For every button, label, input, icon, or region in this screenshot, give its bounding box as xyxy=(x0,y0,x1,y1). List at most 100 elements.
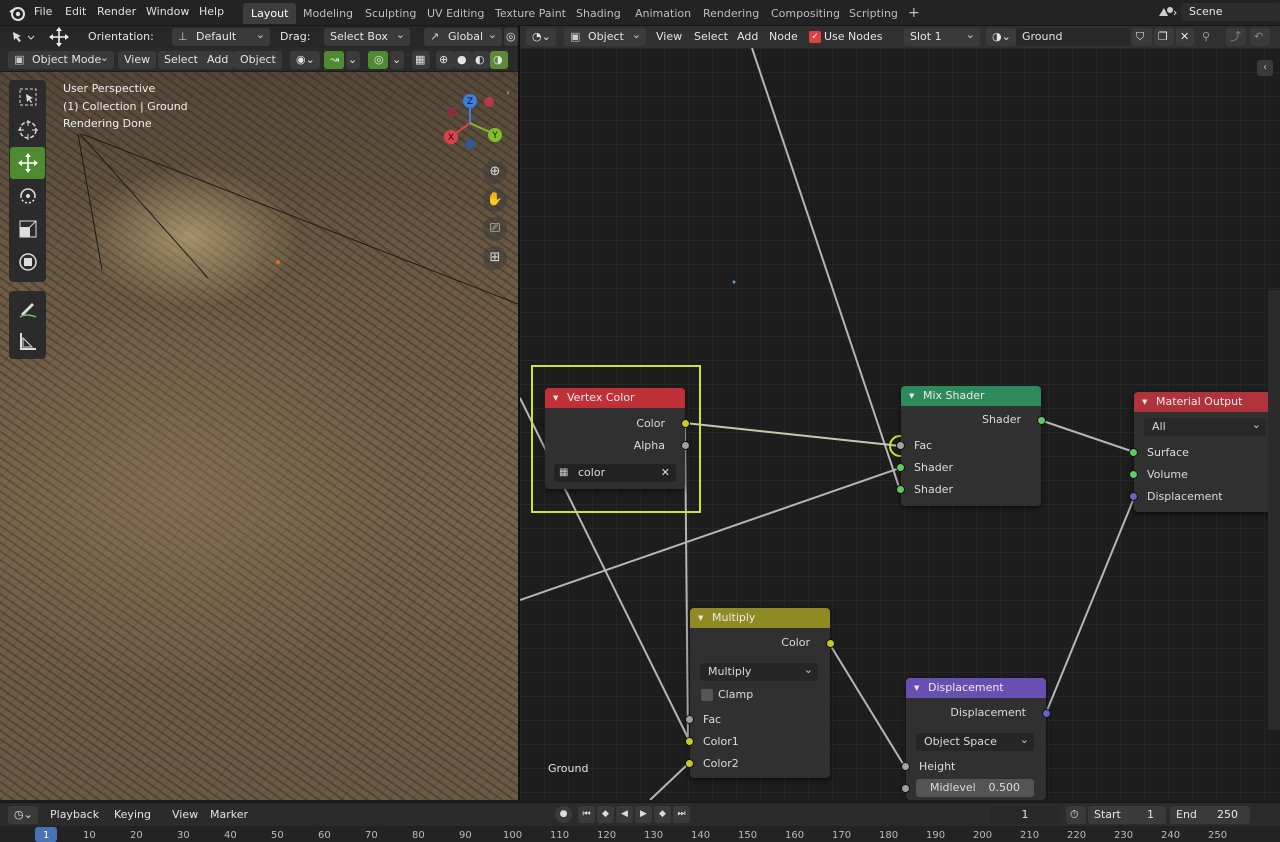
menu-help[interactable]: Help xyxy=(199,5,224,18)
pin-icon[interactable]: ⚲ xyxy=(1198,28,1218,46)
preview-range-icon[interactable]: ⏱ xyxy=(1066,806,1086,824)
snap-icon[interactable]: ↶ xyxy=(1250,28,1270,46)
scene-selector[interactable]: Scene xyxy=(1181,3,1280,21)
rendered-shading-icon[interactable]: ◑ xyxy=(490,51,508,69)
material-name-field[interactable]: Ground xyxy=(1016,28,1130,46)
timeline-menu-marker[interactable]: Marker xyxy=(204,806,254,824)
material-output-displacement-socket[interactable] xyxy=(1129,492,1138,501)
mode-dropdown[interactable]: ▣ Object Mode xyxy=(8,49,114,69)
use-nodes-checkbox[interactable]: ✓ Use Nodes xyxy=(806,28,896,46)
move-tool-icon[interactable] xyxy=(48,26,70,48)
end-frame-field[interactable]: End 250 xyxy=(1170,806,1250,824)
multiply-color1-socket[interactable] xyxy=(685,737,694,746)
shader-type-dropdown[interactable]: ▣ Object xyxy=(564,26,646,46)
menu-window[interactable]: Window xyxy=(146,5,189,18)
tab-rendering[interactable]: Rendering xyxy=(695,3,767,24)
xray-toggle-icon[interactable]: ▦ xyxy=(412,51,430,69)
rotate-tool[interactable] xyxy=(10,180,45,212)
properties-tab-strip[interactable] xyxy=(1268,290,1280,730)
drag-dropdown[interactable]: Select Box xyxy=(324,26,410,46)
perspective-grid-icon[interactable]: ⊞ xyxy=(483,246,507,270)
cursor-tool[interactable] xyxy=(10,114,45,146)
editor-type-icon[interactable]: ◔⌄ xyxy=(526,28,556,46)
viewport-menu-view[interactable]: View xyxy=(118,51,157,69)
unlink-material-icon[interactable]: ✕ xyxy=(1176,28,1194,46)
wireframe-shading-icon[interactable]: ⊕ xyxy=(436,51,454,69)
tab-scripting[interactable]: Scripting xyxy=(841,3,906,24)
tab-uv-editing[interactable]: UV Editing xyxy=(419,3,492,24)
tab-layout[interactable]: Layout xyxy=(243,3,297,24)
scene-icon[interactable] xyxy=(1156,4,1178,20)
prev-keyframe-icon[interactable]: ◆ xyxy=(597,806,614,823)
next-keyframe-icon[interactable]: ◆ xyxy=(654,806,671,823)
displacement-output-socket[interactable] xyxy=(1042,709,1051,718)
gizmo-toggle-icon[interactable]: ↝ xyxy=(324,51,344,69)
visibility-icon[interactable]: ◉⌄ xyxy=(290,51,320,69)
3d-viewport[interactable]: User Perspective (1) Collection | Ground… xyxy=(0,72,518,800)
timeline-ruler[interactable]: 1 10 20 30 40 50 60 70 80 90 100 110 120… xyxy=(0,826,1280,842)
parent-node-tree-icon[interactable]: ⤴ xyxy=(1226,28,1246,46)
node-sidebar-toggle-icon[interactable]: ‹ xyxy=(1257,60,1273,76)
viewport-menu-select[interactable]: Select xyxy=(158,51,204,69)
play-icon[interactable]: ▶ xyxy=(635,806,652,823)
multiply-node[interactable]: Multiply Color Multiply Clamp Fac Color1… xyxy=(685,608,835,778)
node-editor-canvas[interactable]: Vertex Color Color Alpha ▦ color ✕ Mix S… xyxy=(520,48,1280,800)
browse-material-icon[interactable]: ◑⌄ xyxy=(986,28,1016,46)
overlays-toggle-icon[interactable]: ◎ xyxy=(368,51,388,69)
mix-shader-title[interactable]: Mix Shader xyxy=(901,386,1041,406)
pan-hand-icon[interactable]: ✋ xyxy=(483,188,507,212)
menu-edit[interactable]: Edit xyxy=(65,5,86,18)
tab-sculpting[interactable]: Sculpting xyxy=(357,3,424,24)
multiply-color2-socket[interactable] xyxy=(685,759,694,768)
annotate-tool[interactable] xyxy=(10,292,45,324)
add-workspace-button[interactable]: + xyxy=(900,3,928,24)
tab-compositing[interactable]: Compositing xyxy=(763,3,848,24)
scale-tool[interactable] xyxy=(10,213,45,245)
record-keyframe-icon[interactable]: ● xyxy=(555,806,572,823)
pivot-icon[interactable]: ◎ xyxy=(504,28,518,46)
vertex-color-layer-field[interactable]: ▦ color ✕ xyxy=(554,464,676,482)
node-menu-view[interactable]: View xyxy=(650,28,688,46)
blender-logo-icon[interactable] xyxy=(8,4,26,22)
displacement-node[interactable]: Displacement Displacement Object Space H… xyxy=(901,678,1051,800)
mix-shader-shader1-socket[interactable] xyxy=(896,463,905,472)
tab-texture-paint[interactable]: Texture Paint xyxy=(487,3,574,24)
solid-shading-icon[interactable]: ● xyxy=(454,51,472,69)
material-shading-icon[interactable]: ◐ xyxy=(472,51,490,69)
navigation-gizmo[interactable]: Z X Y xyxy=(438,90,504,156)
midlevel-field[interactable]: Midlevel 0.500 xyxy=(916,779,1034,797)
jump-end-icon[interactable]: ⏭ xyxy=(673,806,690,823)
timeline-menu-playback[interactable]: Playback ⌄ xyxy=(44,806,106,839)
sidebar-toggle-icon[interactable]: ‹ xyxy=(506,88,518,106)
zoom-icon[interactable]: ⊕ xyxy=(483,160,507,184)
tool-selector-icon[interactable] xyxy=(10,29,36,45)
material-output-target-dropdown[interactable]: All xyxy=(1144,416,1266,436)
menu-render[interactable]: Render xyxy=(97,5,136,18)
mix-shader-fac-socket[interactable] xyxy=(896,441,905,450)
mix-shader-node[interactable]: Mix Shader Shader Fac Shader Shader xyxy=(896,386,1046,506)
multiply-output-socket[interactable] xyxy=(826,639,835,648)
material-output-node[interactable]: Material Output All Surface Volume Displ… xyxy=(1129,392,1280,512)
viewport-menu-add[interactable]: Add xyxy=(201,51,235,69)
vertex-color-title[interactable]: Vertex Color xyxy=(545,388,685,408)
camera-view-icon[interactable]: ⎚ xyxy=(483,217,507,241)
multiply-blend-dropdown[interactable]: Multiply xyxy=(700,661,818,681)
mix-shader-output-socket[interactable] xyxy=(1037,416,1046,425)
tab-shading[interactable]: Shading xyxy=(568,3,629,24)
vertex-color-alpha-socket[interactable] xyxy=(681,441,690,450)
transform-orientation-dropdown[interactable]: ↗ Global xyxy=(424,26,502,46)
mix-shader-shader2-socket[interactable] xyxy=(896,485,905,494)
timeline-menu-view[interactable]: View xyxy=(166,806,204,824)
start-frame-field[interactable]: Start 1 xyxy=(1088,806,1166,824)
material-output-volume-socket[interactable] xyxy=(1129,470,1138,479)
material-slot-dropdown[interactable]: Slot 1 xyxy=(904,26,980,46)
timeline-editor-type-icon[interactable]: ◷⌄ xyxy=(8,806,38,824)
overlays-dropdown-icon[interactable]: ⌄ xyxy=(390,51,404,69)
tab-modeling[interactable]: Modeling xyxy=(295,3,361,24)
material-output-surface-socket[interactable] xyxy=(1129,448,1138,457)
select-box-tool[interactable] xyxy=(10,81,45,113)
duplicate-material-icon[interactable]: ❐ xyxy=(1154,28,1174,46)
node-menu-select[interactable]: Select xyxy=(688,28,734,46)
node-menu-add[interactable]: Add xyxy=(731,28,764,46)
play-reverse-icon[interactable]: ◀ xyxy=(616,806,633,823)
